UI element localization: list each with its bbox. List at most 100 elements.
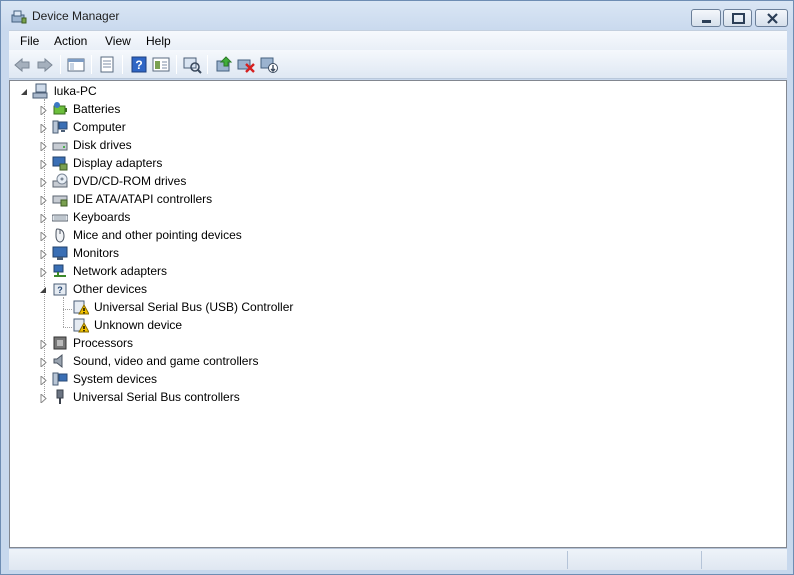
dvd-drive-icon — [52, 173, 68, 189]
uninstall-icon — [237, 59, 255, 73]
close-icon — [767, 13, 778, 24]
computer-icon — [32, 83, 48, 99]
maximize-button[interactable] — [723, 9, 752, 27]
expand-arrow-icon[interactable] — [39, 266, 48, 279]
show-hide-tree-button[interactable] — [66, 55, 86, 74]
tree-node-network-adapters[interactable]: Network adapters — [10, 262, 410, 280]
view-button[interactable] — [151, 55, 171, 74]
svg-text:?: ? — [57, 285, 63, 295]
tree-node-system-devices[interactable]: System devices — [10, 370, 410, 388]
tree-node-label: Network adapters — [73, 264, 168, 278]
tree-node-label: Universal Serial Bus controllers — [73, 390, 240, 404]
help-icon: ? — [131, 56, 147, 73]
tree-node-label: DVD/CD-ROM drives — [73, 174, 187, 188]
status-pane-2 — [567, 551, 701, 569]
tree-node-label: Sound, video and game controllers — [73, 354, 259, 368]
menu-file[interactable]: File — [15, 33, 44, 49]
disable-button[interactable] — [259, 55, 279, 74]
expand-arrow-icon[interactable] — [39, 338, 48, 351]
tree-node-processors[interactable]: Processors — [10, 334, 410, 352]
tree-node-universal-serial-bus-controllers[interactable]: Universal Serial Bus controllers — [10, 388, 410, 406]
usb-icon — [52, 389, 68, 405]
toolbar: ? — [9, 50, 787, 79]
tree-node-label: Monitors — [73, 246, 120, 260]
window-title: Device Manager — [32, 9, 120, 23]
tree-node-dvd-cd-rom-drives[interactable]: DVD/CD-ROM drives — [10, 172, 410, 190]
tree-node-unknown-device[interactable]: Unknown device — [10, 316, 410, 334]
close-button[interactable] — [755, 9, 788, 27]
expand-arrow-icon[interactable] — [39, 194, 48, 207]
collapse-arrow-icon[interactable] — [39, 284, 48, 293]
expand-arrow-icon[interactable] — [39, 356, 48, 369]
tree-node-ide-ata-atapi-controllers[interactable]: IDE ATA/ATAPI controllers — [10, 190, 410, 208]
status-pane-3 — [701, 551, 787, 569]
back-icon — [14, 57, 30, 73]
monitor-icon — [52, 245, 68, 261]
expand-arrow-icon[interactable] — [39, 230, 48, 243]
computer-icon — [52, 119, 68, 135]
title-bar[interactable]: Device Manager — [1, 1, 793, 31]
scan-hardware-button[interactable] — [182, 55, 202, 74]
update-driver-button[interactable] — [214, 55, 234, 74]
mouse-icon — [52, 227, 68, 243]
tree-node-label: Mice and other pointing devices — [73, 228, 242, 242]
back-button[interactable] — [12, 55, 32, 74]
status-bar — [9, 548, 787, 570]
network-adapter-icon — [52, 263, 68, 279]
menu-bar: File Action View Help — [9, 30, 787, 50]
tree-node-label: Unknown device — [94, 318, 183, 332]
properties-button[interactable] — [97, 55, 117, 74]
menu-view[interactable]: View — [100, 33, 136, 49]
expand-arrow-icon[interactable] — [39, 158, 48, 171]
tree-node-usb-controller[interactable]: Universal Serial Bus (USB) Controller — [10, 298, 410, 316]
disk-drive-icon — [52, 137, 68, 153]
update-driver-icon — [216, 56, 233, 72]
tree-node-label: System devices — [73, 372, 158, 386]
tree-root-node[interactable]: luka-PC — [10, 82, 310, 100]
tree-node-display-adapters[interactable]: Display adapters — [10, 154, 410, 172]
tree-node-mice-and-other-pointing-devices[interactable]: Mice and other pointing devices — [10, 226, 410, 244]
tree-node-label: Universal Serial Bus (USB) Controller — [94, 300, 294, 314]
expand-arrow-icon[interactable] — [39, 392, 48, 405]
tree-node-other-devices[interactable]: ? Other devices — [10, 280, 410, 298]
warning-device-icon — [73, 317, 90, 333]
expand-arrow-icon[interactable] — [39, 122, 48, 135]
expand-arrow-icon[interactable] — [39, 140, 48, 153]
display-adapter-icon — [52, 155, 68, 171]
tree-node-label: Computer — [73, 120, 126, 134]
keyboard-icon — [51, 209, 69, 225]
processor-icon — [52, 335, 68, 351]
expand-arrow-icon[interactable] — [39, 212, 48, 225]
device-manager-icon — [11, 9, 27, 24]
device-tree[interactable]: luka-PC Batteries Computer Disk drives Disp… — [9, 80, 787, 548]
menu-action[interactable]: Action — [49, 33, 92, 49]
tree-node-label: Other devices — [73, 282, 148, 296]
minimize-icon — [702, 20, 711, 23]
warning-device-icon — [73, 299, 90, 315]
minimize-button[interactable] — [691, 9, 721, 27]
tree-root-label: luka-PC — [54, 84, 97, 98]
expand-arrow-icon[interactable] — [39, 374, 48, 387]
expand-arrow-icon[interactable] — [39, 248, 48, 261]
tree-node-batteries[interactable]: Batteries — [10, 100, 410, 118]
help-button[interactable]: ? — [129, 55, 149, 74]
view-icon — [152, 57, 170, 72]
tree-node-computer[interactable]: Computer — [10, 118, 410, 136]
collapse-arrow-icon[interactable] — [20, 86, 29, 95]
restore-icon — [732, 13, 745, 24]
menu-help[interactable]: Help — [141, 33, 176, 49]
other-devices-icon: ? — [52, 281, 68, 297]
uninstall-button[interactable] — [236, 55, 256, 74]
tree-node-label: Display adapters — [73, 156, 163, 170]
expand-arrow-icon[interactable] — [39, 176, 48, 189]
tree-node-label: Disk drives — [73, 138, 132, 152]
expand-arrow-icon[interactable] — [39, 104, 48, 117]
tree-node-disk-drives[interactable]: Disk drives — [10, 136, 410, 154]
forward-button[interactable] — [35, 55, 55, 74]
tree-node-sound-video-and-game-controllers[interactable]: Sound, video and game controllers — [10, 352, 410, 370]
tree-node-label: Keyboards — [73, 210, 131, 224]
scan-hardware-icon — [183, 57, 202, 74]
tree-node-monitors[interactable]: Monitors — [10, 244, 410, 262]
tree-node-keyboards[interactable]: Keyboards — [10, 208, 410, 226]
device-manager-window: Device Manager File Action View Help ? l… — [0, 0, 794, 575]
